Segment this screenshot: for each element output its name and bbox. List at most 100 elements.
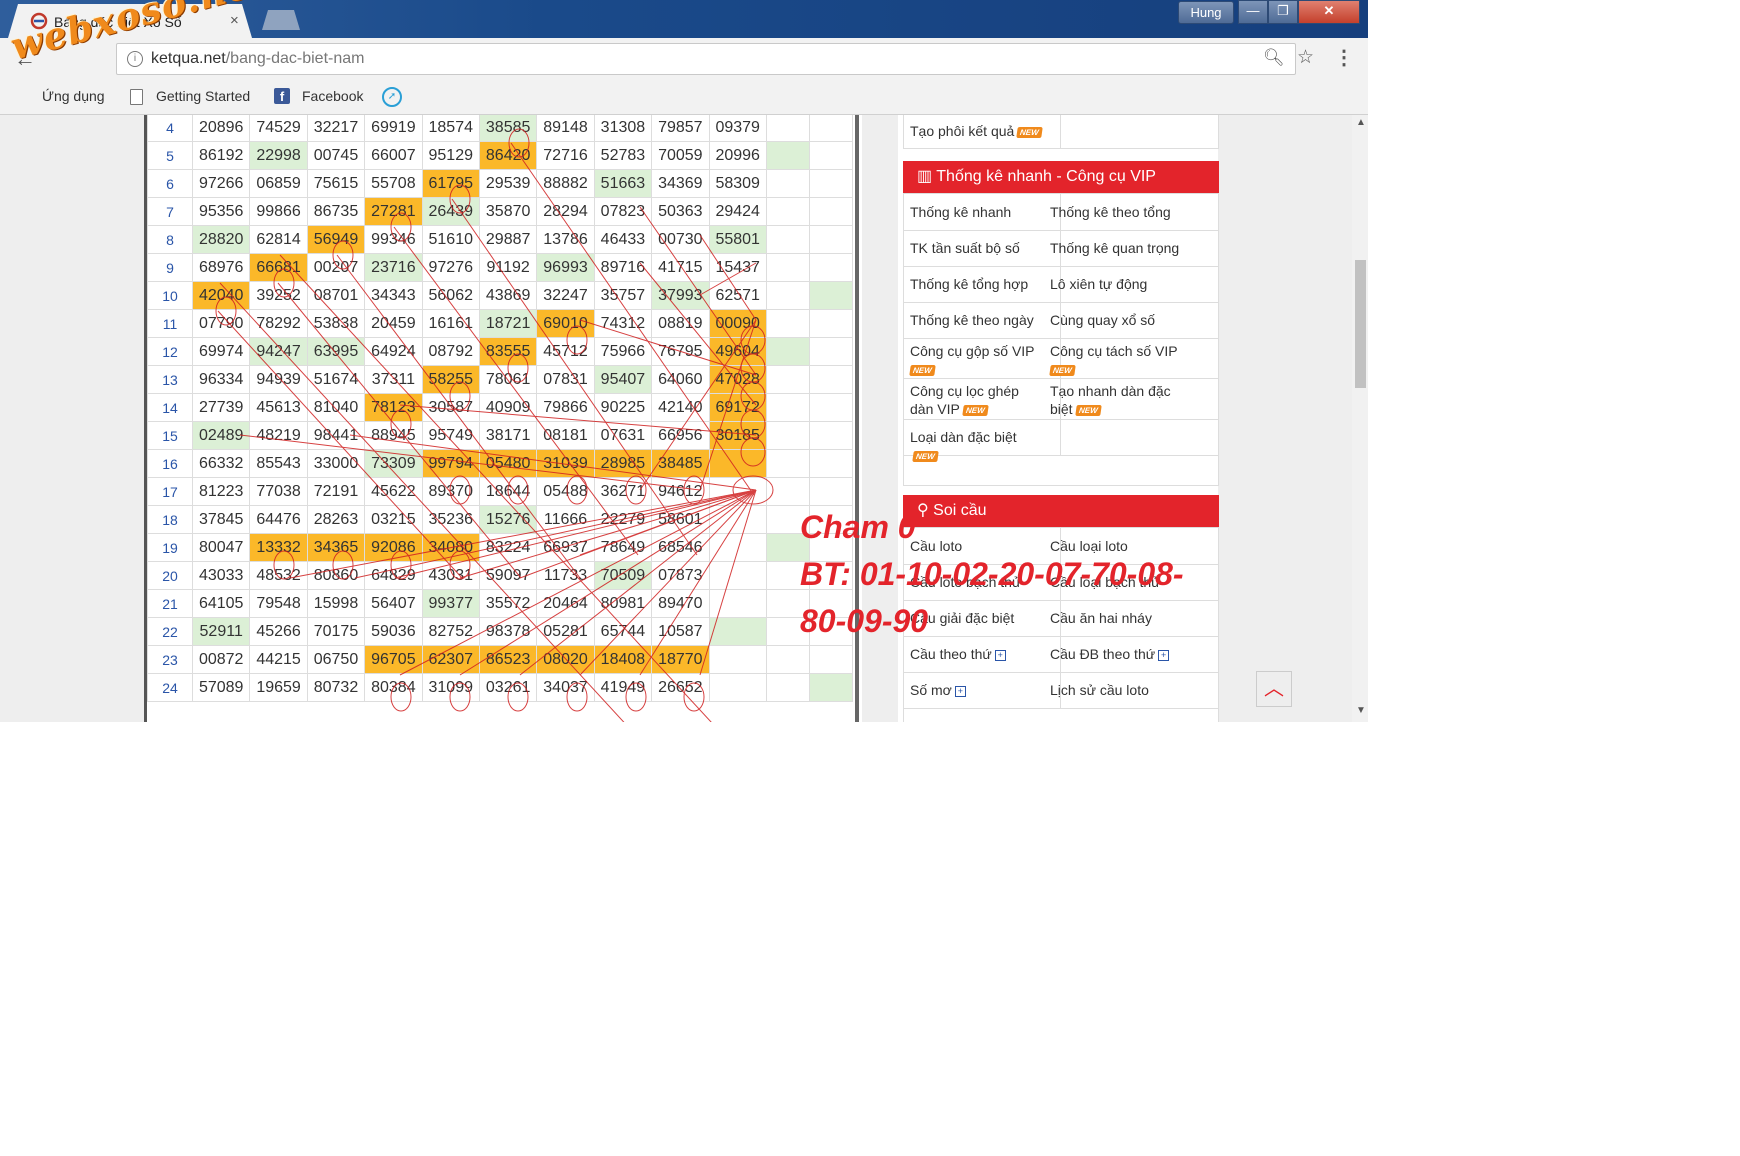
result-cell: 91192	[478, 253, 538, 282]
scrollbar-thumb[interactable]	[1355, 260, 1366, 388]
panel-row: Loại dàn đặc biệt NEW	[904, 419, 1218, 462]
scroll-to-top-button[interactable]: ︿	[1256, 671, 1292, 707]
result-cell: 18408	[593, 645, 653, 674]
expand-plus-icon[interactable]: +	[994, 649, 1006, 661]
result-cell: 29539	[478, 169, 538, 198]
result-cell: 07823	[593, 197, 653, 226]
row-index: 21	[147, 589, 193, 618]
bookmark-getting-started[interactable]: Getting Started	[156, 88, 250, 104]
result-cell: 86192	[191, 141, 251, 170]
result-cell: 35572	[478, 589, 538, 618]
result-cell: 73309	[364, 449, 423, 478]
result-cell	[765, 365, 810, 394]
result-cell	[808, 253, 853, 282]
result-cell: 99866	[249, 197, 308, 226]
maximize-button[interactable]: ❐	[1268, 0, 1298, 24]
panel-link[interactable]: Thống kê tổng hợp	[910, 275, 1042, 293]
row-index: 14	[147, 393, 193, 422]
panel-link[interactable]: Thống kê nhanh	[910, 203, 1042, 221]
panel-link[interactable]: Công cụ tách số VIP NEW	[1049, 342, 1182, 378]
result-cell: 70175	[306, 617, 366, 646]
result-cell: 77038	[249, 477, 308, 506]
result-cell: 00207	[306, 253, 366, 282]
panel-link[interactable]: Thống kê theo tổng	[1050, 203, 1182, 221]
panel-link[interactable]: Số mơ +	[910, 681, 1042, 699]
result-cell: 68546	[651, 533, 710, 562]
result-cell: 64105	[191, 589, 251, 618]
result-cell: 43033	[191, 561, 251, 590]
panel-link[interactable]: Thống kê theo ngày	[910, 311, 1042, 329]
panel-link[interactable]: Lịch sử cầu loto	[1050, 681, 1182, 699]
top-tools-box: Tạo phôi kết quả NEW	[903, 115, 1219, 149]
compass-icon[interactable]: ➚	[382, 87, 402, 107]
panel-link[interactable]: Công cụ lọc ghép dàn VIP NEW	[910, 382, 1042, 418]
expand-plus-icon[interactable]: +	[954, 685, 966, 697]
tab-close-icon[interactable]: ×	[230, 12, 239, 29]
panel-row: Số mơ + Lịch sử cầu loto	[904, 672, 1218, 709]
result-cell: 96705	[364, 645, 423, 674]
result-cell: 15437	[708, 253, 767, 282]
scrollbar[interactable]	[1352, 115, 1368, 722]
result-cell	[708, 589, 767, 618]
bookmark-apps[interactable]: Ứng dụng	[42, 88, 105, 104]
result-cell: 64924	[364, 337, 423, 366]
result-cell: 95356	[191, 197, 251, 226]
result-cell	[765, 337, 810, 366]
result-cell: 52783	[593, 141, 653, 170]
result-cell: 82752	[421, 617, 480, 646]
result-cell: 89716	[593, 253, 653, 282]
result-cell	[808, 281, 853, 310]
result-cell: 35236	[421, 505, 480, 534]
result-cell: 98441	[306, 421, 366, 450]
panel-link[interactable]: Cầu ĐB theo thứ +	[1050, 645, 1182, 663]
result-cell: 15276	[478, 505, 538, 534]
table-row: 14 27739 45613 81040 78123 30587 40909 79866 902…	[147, 393, 853, 422]
browser-menu-icon[interactable]: ⋮	[1334, 45, 1354, 70]
result-cell: 56062	[421, 281, 480, 310]
result-cell: 72191	[306, 477, 366, 506]
result-cell: 90225	[593, 393, 653, 422]
panel-link[interactable]: Cùng quay xổ số	[1050, 311, 1182, 329]
result-cell	[708, 617, 767, 646]
table-row: 7 95356 99866 86735 27281 26439 35870 28294 0782…	[147, 197, 853, 226]
result-cell: 51663	[593, 169, 653, 198]
panel-link[interactable]: TK tần suất bộ số	[910, 239, 1042, 257]
scroll-down-arrow-icon[interactable]: ▼	[1356, 705, 1366, 716]
panel-link[interactable]: Cầu theo thứ +	[910, 645, 1042, 663]
result-cell: 89370	[421, 477, 480, 506]
table-row: 21 64105 79548 15998 56407 99377 35572 20464 809…	[147, 589, 853, 618]
panel-link[interactable]: Thống kê quan trọng	[1050, 239, 1182, 257]
close-window-button[interactable]: ✕	[1298, 0, 1360, 24]
result-cell: 64829	[364, 561, 423, 590]
result-cell: 55708	[364, 169, 423, 198]
result-cell: 29424	[708, 197, 767, 226]
address-bar[interactable]: i ketqua.net/bang-dac-biet-nam 🔍︎ ☆	[116, 43, 1314, 75]
expand-plus-icon[interactable]: +	[1158, 649, 1170, 661]
profile-button[interactable]: Hung	[1178, 1, 1234, 24]
scroll-up-arrow-icon[interactable]: ▲	[1356, 117, 1366, 128]
result-cell: 07831	[536, 365, 595, 394]
new-tab-button[interactable]	[262, 10, 300, 30]
bookmark-facebook[interactable]: Facebook	[302, 88, 363, 104]
result-cell: 31039	[536, 449, 595, 478]
site-info-icon[interactable]: i	[127, 51, 143, 67]
panel-link[interactable]: Tạo nhanh dàn đặc biệt NEW	[1050, 382, 1182, 418]
panel-link[interactable]: Loại dàn đặc biệt NEW	[910, 428, 1042, 464]
result-cell: 34343	[364, 281, 423, 310]
tool-create-result-template[interactable]: Tạo phôi kết quả NEW	[910, 122, 1043, 140]
result-cell: 00730	[651, 225, 710, 254]
result-cell: 08701	[306, 281, 366, 310]
row-index: 16	[147, 449, 193, 478]
browser-toolbar: ← i ketqua.net/bang-dac-biet-nam 🔍︎ ☆ ⋮	[0, 38, 1368, 80]
panel-link[interactable]: Lô xiên tự động	[1050, 275, 1182, 293]
result-cell: 89470	[651, 589, 710, 618]
vip-tools-list: Thống kê nhanh Thống kê theo tổng TK tần s…	[903, 193, 1219, 486]
result-cell: 58309	[708, 169, 767, 198]
panel-link[interactable]: Công cụ gộp số VIP NEW	[909, 342, 1042, 378]
result-cell: 75615	[306, 169, 366, 198]
zoom-icon[interactable]: 🔍︎	[1263, 48, 1285, 68]
row-index: 19	[147, 533, 193, 562]
bookmark-star-icon[interactable]: ☆	[1297, 46, 1314, 69]
result-cell: 68976	[191, 253, 251, 282]
minimize-button[interactable]: —	[1238, 0, 1268, 24]
